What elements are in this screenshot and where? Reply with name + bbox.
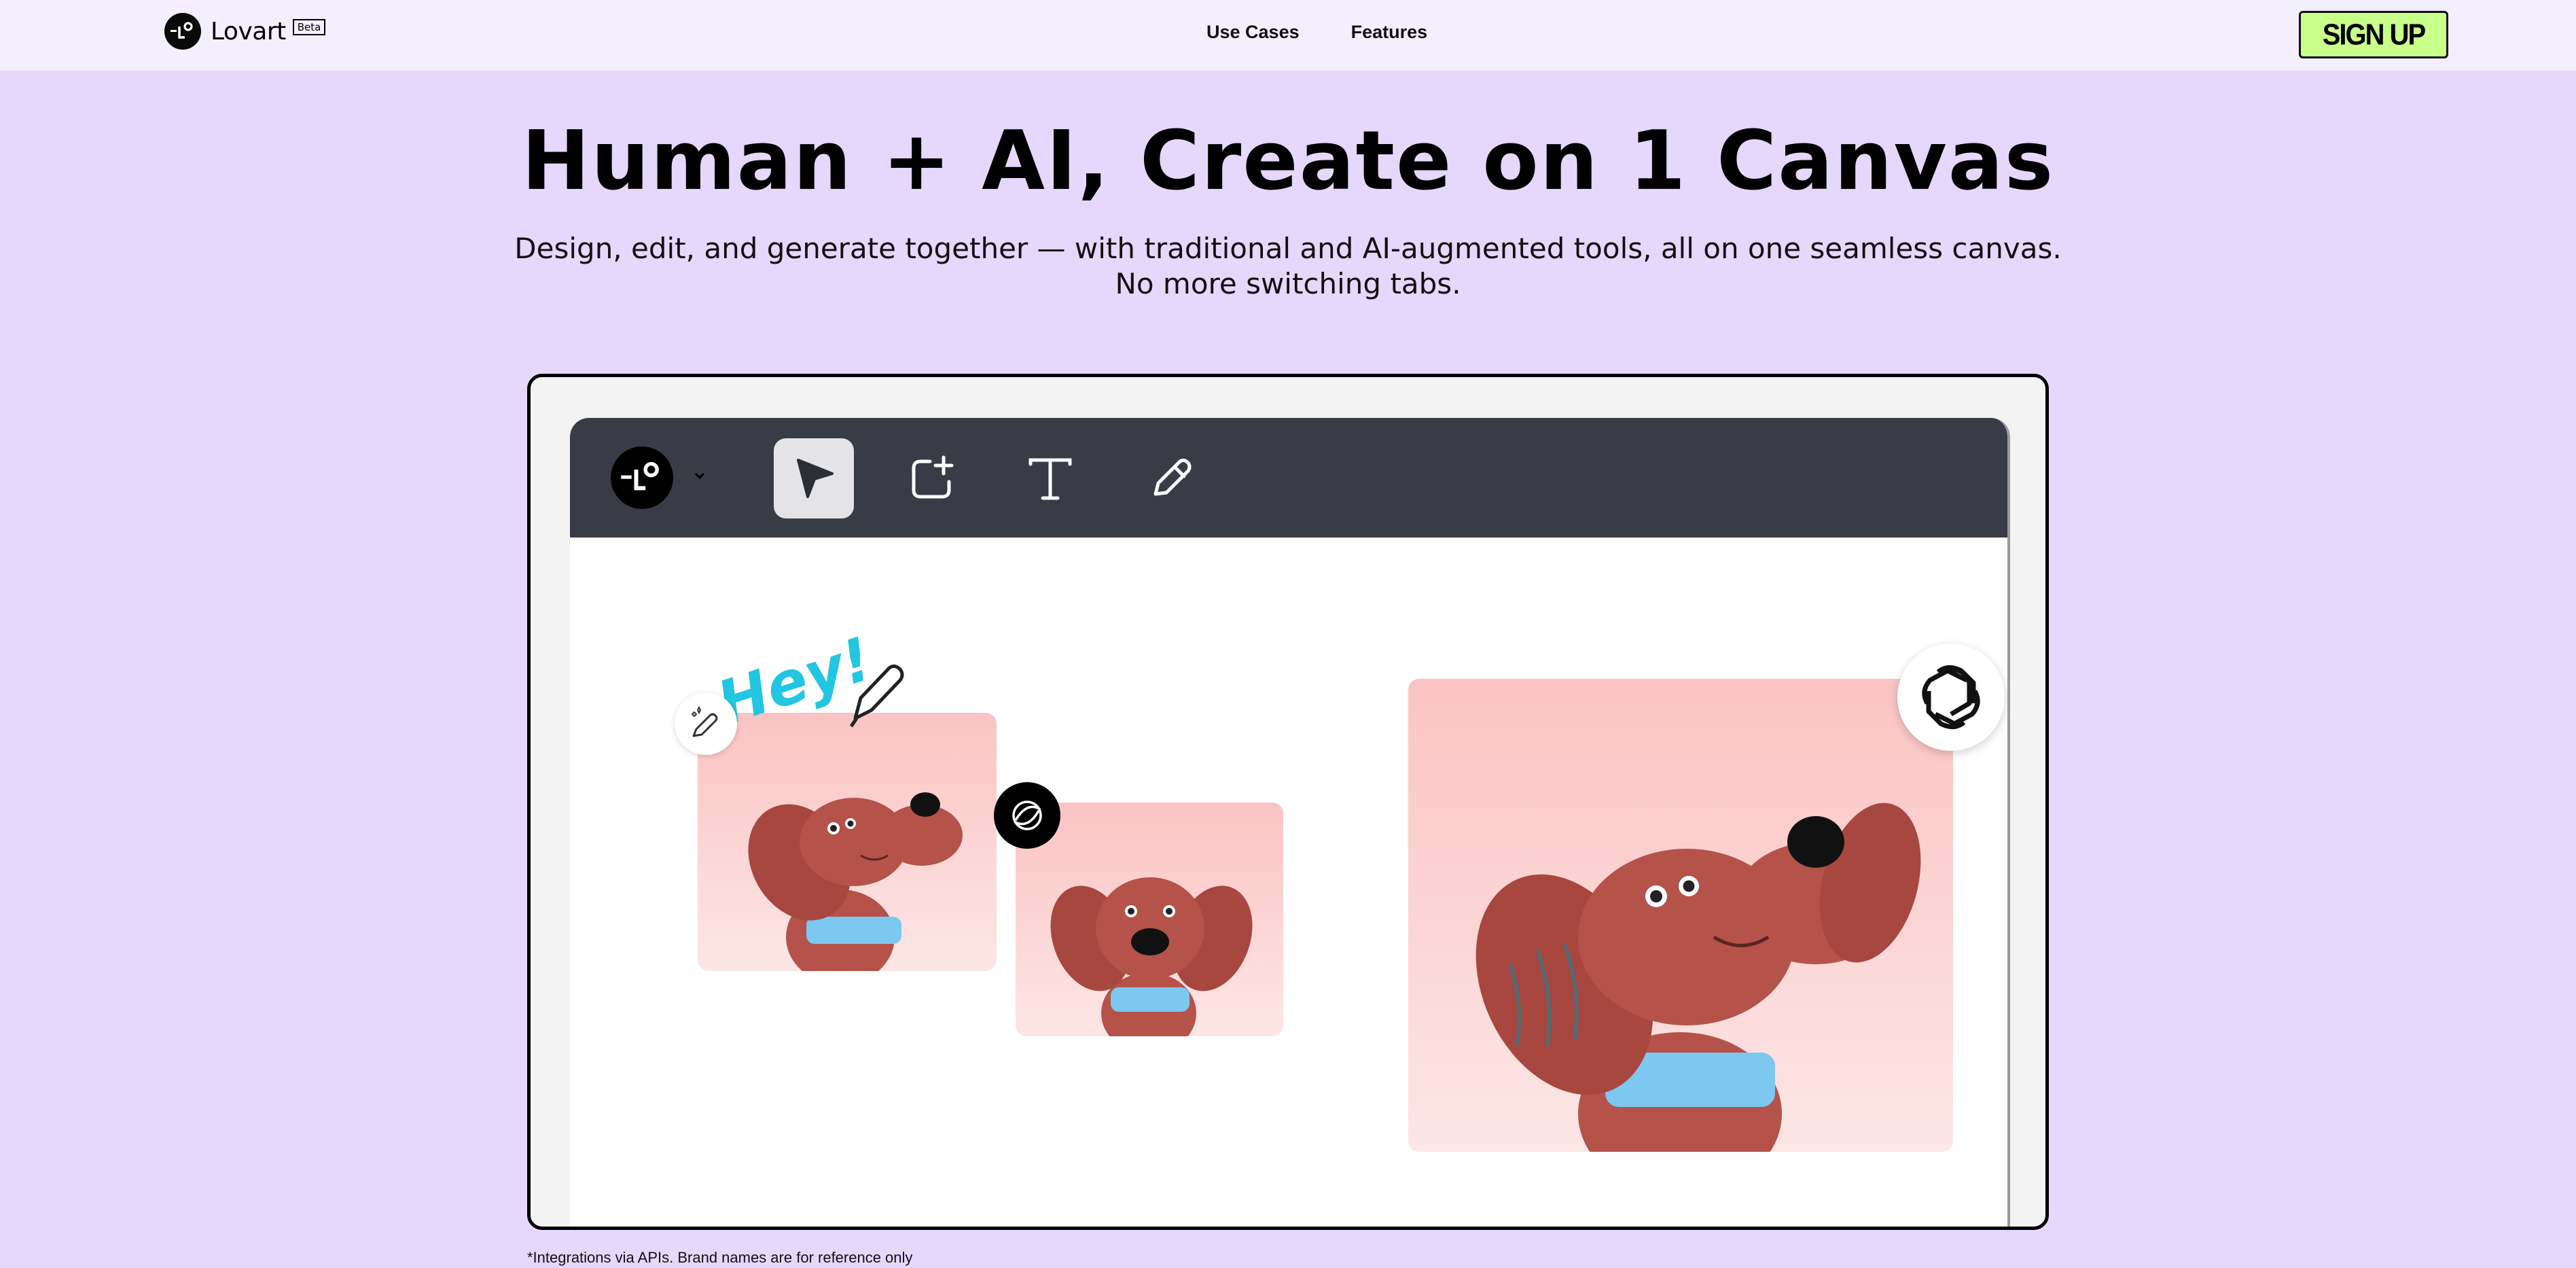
canvas-toolbar [570, 418, 2007, 538]
text-T-icon [1028, 458, 1072, 500]
canvas-image-sketch[interactable] [698, 713, 997, 971]
add-frame-icon [912, 455, 954, 499]
canvas-image-large[interactable] [1408, 679, 1953, 1152]
sign-up-button[interactable]: SIGN UP [2299, 11, 2448, 58]
beta-badge: Beta [292, 19, 326, 35]
main-nav: Use Cases Features [1206, 22, 1427, 43]
pen-tool-button[interactable] [1131, 438, 1211, 518]
brand[interactable]: Lovart Beta [164, 12, 326, 50]
footnote: *Integrations via APIs. Brand names are … [527, 1249, 913, 1266]
nav-link-use-cases[interactable]: Use Cases [1206, 22, 1300, 43]
canvas-image-variant[interactable] [1016, 803, 1283, 1036]
select-tool-button[interactable] [774, 438, 854, 518]
add-frame-tool-button[interactable] [892, 438, 972, 518]
sketch-annotation: Hey! [709, 624, 923, 739]
chevron-down-icon[interactable] [690, 465, 710, 486]
top-nav-bar: Lovart Beta Use Cases Features SIGN UP [0, 0, 2576, 71]
magic-brush-badge-icon [675, 692, 737, 755]
hero-subtitle-line-2: No more switching tabs. [1115, 267, 1461, 300]
hero-subtitle: Design, edit, and generate together — wi… [0, 231, 2576, 302]
openai-badge-icon [1897, 644, 2005, 751]
nav-link-features[interactable]: Features [1351, 22, 1428, 43]
cursor-arrow-icon [797, 459, 834, 498]
hero-title: Human + AI, Create on 1 Canvas [521, 114, 2055, 209]
canvas-demo-frame: Hey! [527, 374, 2049, 1230]
ai-model-badge-icon [994, 782, 1060, 849]
lovart-logo-icon [164, 13, 201, 50]
brand-name: Lovart [211, 17, 286, 46]
pencil-icon [1153, 458, 1192, 496]
text-tool-button[interactable] [1010, 438, 1090, 518]
hero-subtitle-line-1: Design, edit, and generate together — wi… [514, 232, 2062, 265]
canvas-app-window: Hey! [570, 418, 2010, 1227]
sign-up-label: SIGN UP [2322, 18, 2426, 51]
app-logo-icon[interactable] [611, 446, 673, 509]
